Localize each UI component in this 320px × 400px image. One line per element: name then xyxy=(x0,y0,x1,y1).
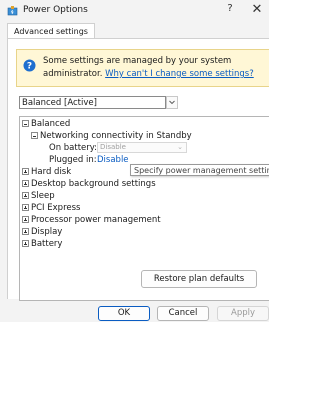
banner-message: Some settings are managed by your system… xyxy=(43,55,269,81)
cancel-button[interactable]: Cancel xyxy=(157,306,209,321)
collapse-icon[interactable] xyxy=(31,132,38,139)
tooltip: Specify power management settings xyxy=(130,164,269,176)
power-plan-dropdown-button[interactable] xyxy=(166,96,178,109)
shield-info-icon: ? xyxy=(23,59,36,72)
advanced-settings-pane: ? Some settings are managed by your syst… xyxy=(7,38,269,301)
chevron-down-icon: ⌄ xyxy=(177,143,183,151)
expand-icon[interactable] xyxy=(22,180,29,187)
power-plan-select[interactable]: Balanced [Active] xyxy=(19,96,166,109)
expand-icon[interactable] xyxy=(22,204,29,211)
admin-info-banner: ? Some settings are managed by your syst… xyxy=(16,49,269,87)
tab-advanced-settings[interactable]: Advanced settings xyxy=(7,23,95,39)
expand-icon[interactable] xyxy=(22,192,29,199)
svg-text:?: ? xyxy=(27,62,32,72)
title-bar[interactable]: Power Options ? ✕ xyxy=(0,0,269,22)
close-button[interactable]: ✕ xyxy=(250,2,264,18)
plugged-in-value[interactable]: Disable xyxy=(97,154,129,166)
power-options-dialog: Power Options ? ✕ Advanced settings ? So… xyxy=(0,0,269,322)
chevron-down-icon xyxy=(169,100,175,105)
restore-plan-defaults-button[interactable]: Restore plan defaults xyxy=(141,270,257,288)
collapse-icon[interactable] xyxy=(22,120,29,127)
window-title: Power Options xyxy=(23,5,88,15)
power-options-icon xyxy=(7,5,19,17)
on-battery-select[interactable]: Disable ⌄ xyxy=(97,142,187,153)
expand-icon[interactable] xyxy=(22,240,29,247)
ok-button[interactable]: OK xyxy=(98,306,150,321)
expand-icon[interactable] xyxy=(22,216,29,223)
expand-icon[interactable] xyxy=(22,168,29,175)
help-button[interactable]: ? xyxy=(224,3,236,17)
expand-icon[interactable] xyxy=(22,228,29,235)
apply-button[interactable]: Apply xyxy=(217,306,269,321)
why-cant-change-link[interactable]: Why can't I change some settings? xyxy=(105,69,254,79)
